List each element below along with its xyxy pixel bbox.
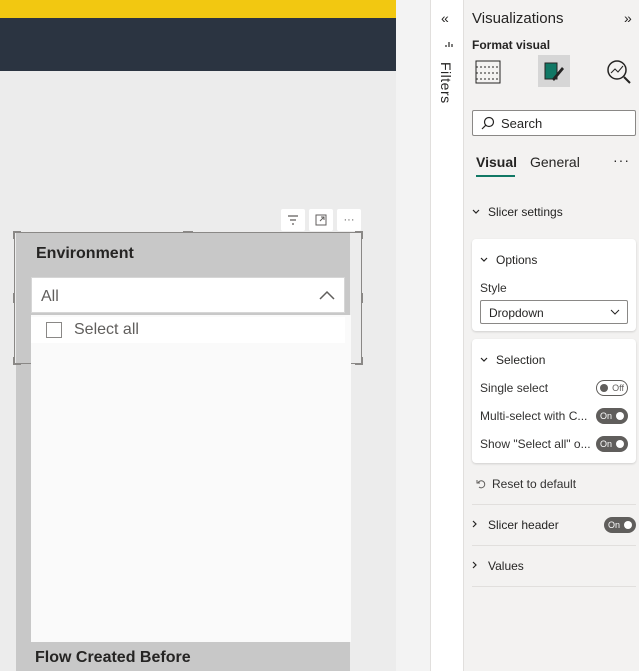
format-visual-tab[interactable] [538, 55, 570, 87]
values-label: Values [488, 559, 524, 573]
header-accent-bar [0, 0, 396, 18]
show-select-all-label: Show "Select all" o... [480, 437, 591, 451]
search-icon [481, 116, 495, 130]
resize-handle-top[interactable] [183, 231, 193, 233]
analytics-icon[interactable] [606, 59, 632, 85]
visualizations-title: Visualizations [472, 10, 564, 27]
chevron-down-icon [480, 255, 492, 266]
search-input[interactable]: Search [472, 110, 636, 136]
tab-general[interactable]: General [530, 154, 580, 170]
collapse-filters-icon[interactable]: « [441, 10, 449, 26]
report-header-bar [0, 18, 396, 71]
chevron-down-icon [472, 207, 484, 218]
more-options-icon[interactable]: ··· [613, 152, 630, 168]
chevron-right-icon [472, 561, 484, 572]
resize-handle-bottom-right[interactable] [355, 357, 363, 365]
style-value: Dropdown [489, 306, 544, 320]
select-all-label: Select all [74, 321, 139, 338]
options-card: Options Style Dropdown [472, 239, 636, 331]
resize-handle-top-right[interactable] [355, 231, 363, 239]
single-select-toggle[interactable]: Off [596, 380, 628, 396]
resize-handle-bottom-left[interactable] [13, 357, 21, 365]
show-select-all-toggle[interactable]: On [596, 436, 628, 452]
canvas-gutter [396, 0, 430, 671]
values-section[interactable]: Values [472, 559, 524, 573]
multi-select-label: Multi-select with C... [480, 409, 588, 423]
next-visual-title: Flow Created Before [35, 649, 191, 666]
search-placeholder: Search [501, 115, 543, 131]
tab-visual[interactable]: Visual [476, 154, 517, 170]
slicer-title: Environment [36, 245, 134, 262]
toggle-state: On [608, 520, 621, 530]
chevron-down-icon [480, 355, 492, 366]
single-select-label: Single select [480, 381, 549, 395]
reset-to-default-button[interactable]: Reset to default [476, 477, 576, 491]
focus-mode-icon[interactable] [309, 209, 333, 231]
divider [472, 504, 636, 505]
reset-label: Reset to default [492, 477, 577, 491]
toggle-knob [616, 412, 624, 420]
reset-icon [476, 480, 486, 489]
divider [472, 586, 636, 587]
slicer-header-label: Slicer header [488, 518, 559, 532]
selection-section-header[interactable]: Selection [480, 353, 545, 367]
style-select[interactable]: Dropdown [480, 300, 628, 324]
more-options-icon[interactable]: ··· [337, 209, 361, 231]
toggle-knob [624, 521, 632, 529]
options-section-header[interactable]: Options [480, 253, 537, 267]
toggle-knob [600, 384, 608, 392]
style-label: Style [480, 281, 507, 295]
chevron-right-icon [472, 520, 484, 531]
slicer-header-section[interactable]: Slicer header [472, 518, 559, 532]
slicer-header-toggle[interactable]: On [604, 517, 636, 533]
expand-pane-icon[interactable]: » [624, 10, 632, 26]
divider [472, 545, 636, 546]
build-visual-icon[interactable] [474, 59, 502, 85]
selection-title: Selection [496, 353, 546, 367]
chevron-up-icon [319, 290, 335, 300]
toggle-knob [616, 440, 624, 448]
chevron-down-icon [610, 309, 620, 315]
filters-label[interactable]: Filters [438, 62, 454, 104]
options-title: Options [496, 253, 538, 267]
selection-card: Selection Single select Off Multi-select… [472, 339, 636, 463]
toggle-state: Off [612, 383, 624, 393]
dropdown-option-list [31, 315, 351, 642]
active-tab-indicator [476, 175, 515, 177]
resize-handle-left[interactable] [13, 293, 15, 303]
filters-mini-icon [445, 40, 453, 51]
resize-handle-top-left[interactable] [13, 231, 21, 239]
slicer-dropdown[interactable]: All [31, 277, 345, 313]
visual-header-toolbar: ··· [281, 209, 361, 231]
paintbrush-icon [544, 62, 564, 81]
slicer-settings-label: Slicer settings [488, 205, 563, 219]
select-all-option[interactable]: Select all [31, 317, 345, 343]
toggle-state: On [600, 411, 613, 421]
resize-handle-right[interactable] [361, 293, 363, 303]
toggle-state: On [600, 439, 613, 449]
format-visual-label: Format visual [472, 38, 551, 52]
dropdown-value: All [41, 288, 59, 305]
multi-select-toggle[interactable]: On [596, 408, 628, 424]
select-all-checkbox[interactable] [46, 322, 62, 338]
filter-icon[interactable] [281, 209, 305, 231]
slicer-settings-section[interactable]: Slicer settings [472, 205, 563, 219]
